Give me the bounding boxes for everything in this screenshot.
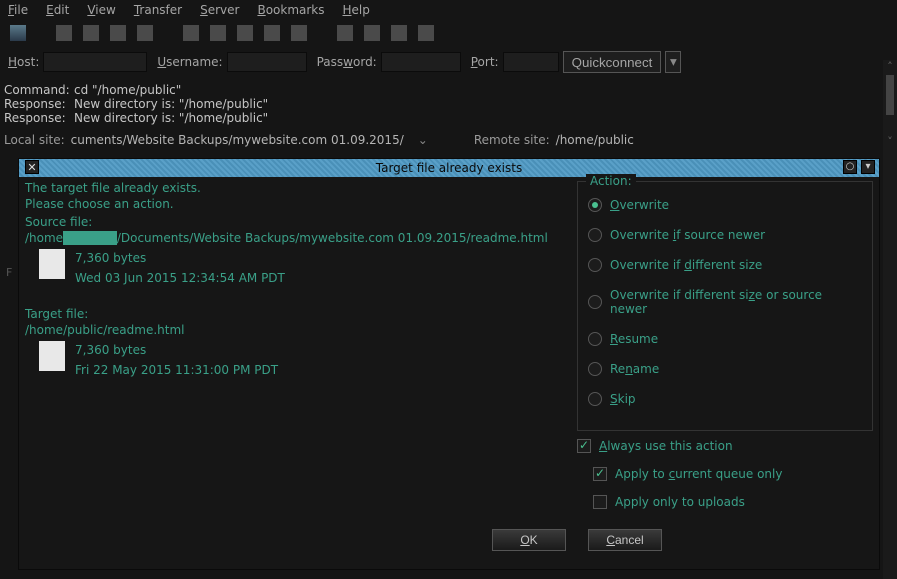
compare-icon[interactable]: [337, 25, 353, 41]
log-scrollbar[interactable]: ˄ ˅: [883, 60, 897, 579]
menu-file[interactable]: File: [8, 3, 28, 17]
radio-icon: [588, 392, 602, 406]
disconnect-icon[interactable]: [237, 25, 253, 41]
host-label: Host:: [8, 55, 39, 69]
host-input[interactable]: [43, 52, 147, 72]
source-file-path: /home/xxxxxxx/Documents/Website Backups/…: [25, 231, 567, 245]
radio-rename[interactable]: Rename: [588, 362, 862, 376]
dialog-message: Please choose an action.: [25, 197, 567, 211]
check-apply-queue[interactable]: Apply to current queue only: [593, 467, 873, 481]
action-panel: Action: Overwrite Overwrite if source ne…: [577, 181, 873, 431]
log-label: Command:: [4, 83, 74, 97]
port-label: Port:: [471, 55, 499, 69]
menu-view[interactable]: View: [87, 3, 115, 17]
log-label: Response:: [4, 97, 74, 111]
process-queue-icon[interactable]: [183, 25, 199, 41]
file-icon: [39, 341, 65, 371]
dialog-min-icon[interactable]: ○: [843, 160, 857, 174]
toggle-queue-icon[interactable]: [110, 25, 126, 41]
bookmark-icon[interactable]: [418, 25, 434, 41]
dialog-menu-icon[interactable]: ▾: [861, 160, 875, 174]
radio-icon: [588, 228, 602, 242]
quickconnect-button[interactable]: Quickconnect: [563, 51, 662, 73]
radio-icon: [588, 295, 602, 309]
menubar: File Edit View Transfer Server Bookmarks…: [0, 0, 897, 23]
menu-bookmarks[interactable]: Bookmarks: [257, 3, 324, 17]
menu-edit[interactable]: Edit: [46, 3, 69, 17]
refresh-icon[interactable]: [137, 25, 153, 41]
target-file-label: Target file:: [25, 307, 567, 321]
dialog-titlebar[interactable]: ✕ Target file already exists ○ ▾: [19, 159, 879, 177]
toggle-log-icon[interactable]: [56, 25, 72, 41]
source-file-date: Wed 03 Jun 2015 12:34:54 AM PDT: [75, 269, 285, 287]
site-manager-icon[interactable]: [10, 25, 26, 41]
radio-overwrite-diffsize[interactable]: Overwrite if different size: [588, 258, 862, 272]
cancel-icon[interactable]: [210, 25, 226, 41]
log-text: cd "/home/public": [74, 83, 181, 97]
toggle-tree-icon[interactable]: [83, 25, 99, 41]
radio-overwrite-diff-or-newer[interactable]: Overwrite if different size or source ne…: [588, 288, 862, 316]
menu-transfer[interactable]: Transfer: [134, 3, 182, 17]
menu-help[interactable]: Help: [343, 3, 370, 17]
target-file-date: Fri 22 May 2015 11:31:00 PM PDT: [75, 361, 278, 379]
username-label: Username:: [157, 55, 222, 69]
radio-resume[interactable]: Resume: [588, 332, 862, 346]
remote-site-label: Remote site:: [474, 133, 550, 147]
log-label: Response:: [4, 111, 74, 125]
local-site-dropdown-icon[interactable]: ⌄: [418, 133, 428, 147]
cancel-button[interactable]: Cancel: [588, 529, 662, 551]
file-icon: [39, 249, 65, 279]
password-input[interactable]: [381, 52, 461, 72]
quickconnect-bar: Host: Username: Password: Port: Quickcon…: [0, 47, 897, 81]
target-file-path: /home/public/readme.html: [25, 323, 567, 337]
toolbar: [0, 23, 897, 47]
username-input[interactable]: [227, 52, 307, 72]
sync-icon[interactable]: [364, 25, 380, 41]
check-apply-uploads[interactable]: Apply only to uploads: [593, 495, 873, 509]
apply-options: Always use this action Apply to current …: [577, 439, 873, 509]
target-file-size: 7,360 bytes: [75, 341, 278, 359]
ok-button[interactable]: OK: [492, 529, 566, 551]
remote-site-path[interactable]: /home/public: [556, 133, 634, 147]
action-legend: Action:: [586, 174, 636, 188]
port-input[interactable]: [503, 52, 559, 72]
log-text: New directory is: "/home/public": [74, 97, 268, 111]
dialog-title: Target file already exists: [376, 161, 522, 175]
dialog-close-icon[interactable]: ✕: [25, 160, 39, 174]
filter-icon[interactable]: [291, 25, 307, 41]
radio-icon: [588, 332, 602, 346]
radio-icon: [588, 198, 602, 212]
source-file-size: 7,360 bytes: [75, 249, 285, 267]
search-icon[interactable]: [391, 25, 407, 41]
site-path-bar: Local site: cuments/Website Backups/mywe…: [0, 131, 897, 151]
menu-server[interactable]: Server: [200, 3, 239, 17]
source-file-label: Source file:: [25, 215, 567, 229]
radio-icon: [588, 362, 602, 376]
file-exists-dialog: ✕ Target file already exists ○ ▾ The tar…: [18, 158, 880, 570]
radio-icon: [588, 258, 602, 272]
radio-skip[interactable]: Skip: [588, 392, 862, 406]
password-label: Password:: [317, 55, 377, 69]
local-site-path[interactable]: cuments/Website Backups/mywebsite.com 01…: [71, 133, 404, 147]
radio-overwrite[interactable]: Overwrite: [588, 198, 862, 212]
log-text: New directory is: "/home/public": [74, 111, 268, 125]
reconnect-icon[interactable]: [264, 25, 280, 41]
check-always[interactable]: Always use this action: [577, 439, 873, 453]
checkbox-icon: [593, 495, 607, 509]
dialog-info-panel: The target file already exists. Please c…: [25, 181, 567, 561]
quickconnect-dropdown[interactable]: ▾: [665, 51, 681, 73]
dialog-message: The target file already exists.: [25, 181, 567, 195]
local-site-label: Local site:: [4, 133, 65, 147]
checkbox-icon: [577, 439, 591, 453]
column-fragment: F: [6, 266, 12, 279]
radio-overwrite-newer[interactable]: Overwrite if source newer: [588, 228, 862, 242]
message-log: Command:cd "/home/public" Response:New d…: [0, 81, 897, 131]
checkbox-icon: [593, 467, 607, 481]
